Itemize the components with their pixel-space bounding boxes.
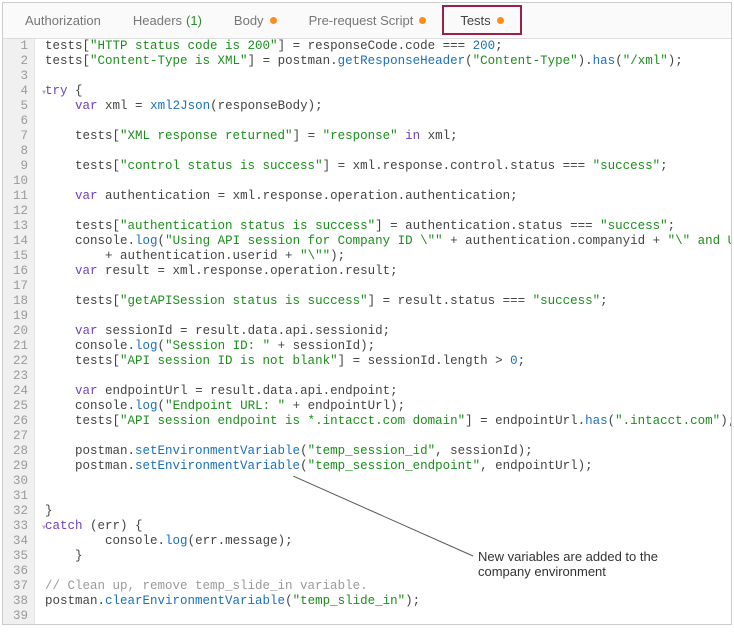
line-number: 33 [13, 519, 28, 534]
code-line[interactable]: tests["API session ID is not blank"] = s… [45, 354, 731, 369]
fold-toggle-icon[interactable]: ▾ [41, 521, 47, 536]
unsaved-dot-icon [497, 17, 504, 24]
line-number: 30 [13, 474, 28, 489]
code-line[interactable]: postman.clearEnvironmentVariable("temp_s… [45, 594, 731, 609]
line-number: 26 [13, 414, 28, 429]
line-number: 1 [13, 39, 28, 54]
code-line[interactable]: postman.setEnvironmentVariable("temp_ses… [45, 459, 731, 474]
line-number: 32 [13, 504, 28, 519]
line-number: 15 [13, 249, 28, 264]
tab-headers[interactable]: Headers (1) [117, 3, 218, 38]
line-number: 24 [13, 384, 28, 399]
line-number: 4 [13, 84, 28, 99]
tab-pre-request-script[interactable]: Pre-request Script [293, 3, 443, 38]
line-number: 9 [13, 159, 28, 174]
line-number: 21 [13, 339, 28, 354]
code-line[interactable]: tests["getAPISession status is success"]… [45, 294, 731, 309]
line-number: 2 [13, 54, 28, 69]
code-line[interactable]: console.log("Session ID: " + sessionId); [45, 339, 731, 354]
code-line[interactable]: tests["Content-Type is XML"] = postman.g… [45, 54, 731, 69]
line-number: 10 [13, 174, 28, 189]
line-number: 38 [13, 594, 28, 609]
line-number: 37 [13, 579, 28, 594]
line-number: 39 [13, 609, 28, 624]
line-number: 8 [13, 144, 28, 159]
line-number: 27 [13, 429, 28, 444]
line-number: 12 [13, 204, 28, 219]
tab-label: Tests [460, 13, 490, 28]
code-line[interactable]: console.log(err.message); [45, 534, 731, 549]
line-number: 20 [13, 324, 28, 339]
line-number: 14 [13, 234, 28, 249]
tab-label: Body [234, 13, 264, 28]
line-number: 17 [13, 279, 28, 294]
line-number: 5 [13, 99, 28, 114]
code-line[interactable] [45, 114, 731, 129]
tab-label: Headers [133, 13, 182, 28]
tab-count: (1) [186, 13, 202, 28]
line-number: 29 [13, 459, 28, 474]
code-line[interactable]: console.log("Endpoint URL: " + endpointU… [45, 399, 731, 414]
code-line[interactable]: console.log("Using API session for Compa… [45, 234, 731, 249]
line-number: 18 [13, 294, 28, 309]
annotation-text: New variables are added to the company e… [478, 549, 708, 579]
app-frame: Authorization Headers (1) Body Pre-request … [2, 2, 732, 625]
code-line[interactable]: // Clean up, remove temp_slide_in variab… [45, 579, 731, 594]
tab-authorization[interactable]: Authorization [9, 3, 117, 38]
line-number: 25 [13, 399, 28, 414]
code-line[interactable] [45, 309, 731, 324]
code-line[interactable] [45, 474, 731, 489]
code-line[interactable]: tests["authentication status is success"… [45, 219, 731, 234]
line-number: 16 [13, 264, 28, 279]
line-number: 34 [13, 534, 28, 549]
code-line[interactable]: var sessionId = result.data.api.sessioni… [45, 324, 731, 339]
unsaved-dot-icon [270, 17, 277, 24]
code-line[interactable] [45, 369, 731, 384]
code-line[interactable]: catch (err) { [45, 519, 731, 534]
line-number: 22 [13, 354, 28, 369]
line-number: 36 [13, 564, 28, 579]
line-number: 19 [13, 309, 28, 324]
code-line[interactable] [45, 69, 731, 84]
code-line[interactable] [45, 279, 731, 294]
unsaved-dot-icon [419, 17, 426, 24]
line-number: 31 [13, 489, 28, 504]
code-line[interactable] [45, 489, 731, 504]
code-line[interactable] [45, 609, 731, 624]
line-number: 35 [13, 549, 28, 564]
line-number: 7 [13, 129, 28, 144]
line-number: 13 [13, 219, 28, 234]
code-line[interactable]: tests["HTTP status code is 200"] = respo… [45, 39, 731, 54]
code-line[interactable]: var endpointUrl = result.data.api.endpoi… [45, 384, 731, 399]
fold-toggle-icon[interactable]: ▾ [41, 86, 47, 101]
line-gutter: 1234567891011121314151617181920212223242… [3, 39, 35, 624]
tab-label: Pre-request Script [309, 13, 414, 28]
code-line[interactable] [45, 174, 731, 189]
code-line[interactable]: } [45, 504, 731, 519]
code-area[interactable]: tests["HTTP status code is 200"] = respo… [35, 39, 731, 624]
code-line[interactable]: var xml = xml2Json(responseBody); [45, 99, 731, 114]
line-number: 3 [13, 69, 28, 84]
line-number: 28 [13, 444, 28, 459]
line-number: 6 [13, 114, 28, 129]
code-line[interactable]: tests["XML response returned"] = "respon… [45, 129, 731, 144]
code-line[interactable]: postman.setEnvironmentVariable("temp_ses… [45, 444, 731, 459]
code-line[interactable] [45, 144, 731, 159]
code-line[interactable]: tests["control status is success"] = xml… [45, 159, 731, 174]
code-line[interactable]: tests["API session endpoint is *.intacct… [45, 414, 731, 429]
code-editor[interactable]: 1234567891011121314151617181920212223242… [3, 39, 731, 624]
code-line[interactable]: + authentication.userid + "\""); [45, 249, 731, 264]
code-line[interactable]: var result = xml.response.operation.resu… [45, 264, 731, 279]
request-tabbar: Authorization Headers (1) Body Pre-request … [3, 3, 731, 39]
tab-body[interactable]: Body [218, 3, 293, 38]
code-line[interactable]: var authentication = xml.response.operat… [45, 189, 731, 204]
line-number: 11 [13, 189, 28, 204]
code-line[interactable] [45, 204, 731, 219]
line-number: 23 [13, 369, 28, 384]
tab-label: Authorization [25, 13, 101, 28]
tab-tests[interactable]: Tests [442, 5, 521, 35]
code-line[interactable] [45, 429, 731, 444]
code-line[interactable]: try { [45, 84, 731, 99]
